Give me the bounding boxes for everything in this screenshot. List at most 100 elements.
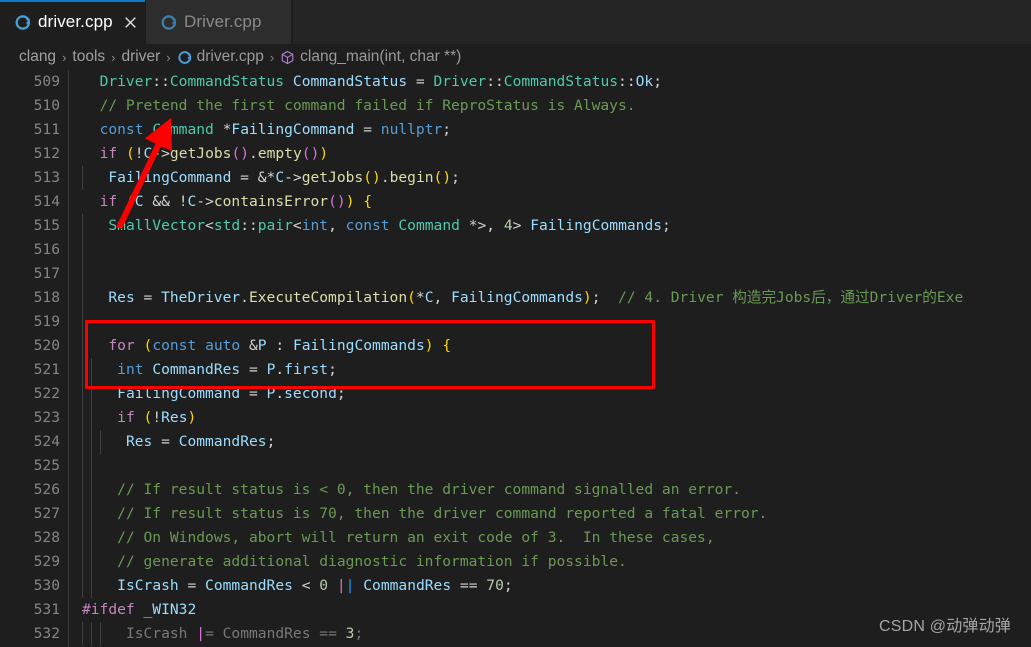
- csdn-watermark: CSDN @动弹动弹: [878, 618, 1011, 635]
- line-number: 511: [33, 121, 60, 138]
- code-line-text[interactable]: // generate additional diagnostic inform…: [82, 550, 1031, 574]
- code-line[interactable]: 511 const Command *FailingCommand = null…: [0, 118, 1031, 142]
- code-line-text[interactable]: Res = CommandRes;: [82, 430, 1031, 454]
- code-token: <: [292, 577, 320, 594]
- code-line-text[interactable]: // Pretend the first command failed if R…: [82, 94, 1031, 118]
- code-line[interactable]: 509 Driver::CommandStatus CommandStatus …: [0, 70, 1031, 94]
- code-line-text[interactable]: if (!Res): [82, 406, 1031, 430]
- code-line[interactable]: 519: [0, 310, 1031, 334]
- code-line[interactable]: 525: [0, 454, 1031, 478]
- code-line[interactable]: 516: [0, 238, 1031, 262]
- code-lines-container[interactable]: 509 Driver::CommandStatus CommandStatus …: [0, 70, 1031, 647]
- code-line[interactable]: 523 if (!Res): [0, 406, 1031, 430]
- code-token: empty: [257, 145, 302, 162]
- code-token: const: [345, 217, 390, 234]
- code-line[interactable]: 526 // If result status is < 0, then the…: [0, 478, 1031, 502]
- code-line[interactable]: 522 FailingCommand = P.second;: [0, 382, 1031, 406]
- code-line[interactable]: 527 // If result status is 70, then the …: [0, 502, 1031, 526]
- code-editor[interactable]: 509 Driver::CommandStatus CommandStatus …: [0, 70, 1031, 647]
- code-token: ): [372, 169, 381, 186]
- indent-guide: [82, 502, 91, 526]
- code-line[interactable]: 528 // On Windows, abort will return an …: [0, 526, 1031, 550]
- code-line[interactable]: 510 // Pretend the first command failed …: [0, 94, 1031, 118]
- code-line-text[interactable]: if (C && !C->containsError()) {: [82, 190, 1031, 214]
- code-line-text[interactable]: const Command *FailingCommand = nullptr;: [82, 118, 1031, 142]
- line-number: 521: [33, 361, 60, 378]
- code-line-text[interactable]: if (!C->getJobs().empty()): [82, 142, 1031, 166]
- code-token: FailingCommand: [117, 385, 241, 402]
- code-token: (: [363, 169, 373, 186]
- code-token: IsCrash: [108, 625, 197, 642]
- code-token: CommandRes: [178, 433, 267, 450]
- code-token: Command: [398, 217, 460, 234]
- code-line-text[interactable]: FailingCommand = P.second;: [82, 382, 1031, 406]
- breadcrumb-item-clang[interactable]: clang: [19, 48, 56, 66]
- code-line-text[interactable]: [82, 310, 1031, 334]
- indent-guide: [82, 550, 91, 574]
- close-icon[interactable]: [124, 13, 137, 31]
- code-line-text[interactable]: int CommandRes = P.first;: [82, 358, 1031, 382]
- breadcrumb-item-tools[interactable]: tools: [72, 48, 105, 66]
- breadcrumb-item-driver[interactable]: driver: [122, 48, 161, 66]
- tab-Driver-cpp[interactable]: Driver.cpp: [146, 0, 292, 44]
- code-token: IsCrash: [117, 577, 179, 594]
- code-token: CommandStatus: [503, 73, 619, 90]
- code-line[interactable]: 530 IsCrash = CommandRes < 0 || CommandR…: [0, 574, 1031, 598]
- code-line-text[interactable]: Driver::CommandStatus CommandStatus = Dr…: [82, 70, 1031, 94]
- code-line-text[interactable]: [82, 262, 1031, 286]
- code-line[interactable]: 521 int CommandRes = P.first;: [0, 358, 1031, 382]
- code-token: Res: [161, 409, 188, 426]
- code-token: std: [213, 217, 241, 234]
- code-line-text[interactable]: for (const auto &P : FailingCommands) {: [82, 334, 1031, 358]
- breadcrumb-item-driver-cpp[interactable]: driver.cpp: [177, 48, 264, 66]
- line-number: 531: [33, 601, 60, 618]
- code-token: Command: [152, 121, 214, 138]
- breadcrumb-label: clang_main(int, char **): [300, 48, 462, 65]
- gutter-divider: [68, 70, 82, 94]
- indent-guide: [82, 526, 91, 550]
- breadcrumb-label: driver.cpp: [196, 48, 264, 65]
- symbol-method-icon: [280, 50, 295, 65]
- indent-guide: [82, 454, 91, 478]
- code-line-text[interactable]: [82, 454, 1031, 478]
- code-line-text[interactable]: Res = TheDriver.ExecuteCompilation(*C, F…: [82, 286, 1031, 310]
- gutter-divider: [68, 598, 82, 622]
- code-line[interactable]: 524 Res = CommandRes;: [0, 430, 1031, 454]
- indent-guide: [82, 574, 91, 598]
- code-line[interactable]: 531 #ifdef _WIN32: [0, 598, 1031, 622]
- code-line-text[interactable]: SmallVector<std::pair<int, const Command…: [82, 214, 1031, 238]
- code-line[interactable]: 518 Res = TheDriver.ExecuteCompilation(*…: [0, 286, 1031, 310]
- code-line[interactable]: 515 SmallVector<std::pair<int, const Com…: [0, 214, 1031, 238]
- tab-driver-cpp-active[interactable]: driver.cpp: [0, 0, 146, 44]
- code-token: *: [213, 121, 232, 138]
- code-line-text[interactable]: // On Windows, abort will return an exit…: [82, 526, 1031, 550]
- code-line-text[interactable]: IsCrash = CommandRes < 0 || CommandRes =…: [82, 574, 1031, 598]
- code-line-text[interactable]: // If result status is 70, then the driv…: [82, 502, 1031, 526]
- code-token: // 4. Driver 构造完Jobs后，通过Driver的Exe: [600, 289, 964, 306]
- breadcrumb-item-clang-main[interactable]: clang_main(int, char **): [280, 48, 461, 66]
- code-line-text[interactable]: // If result status is < 0, then the dri…: [82, 478, 1031, 502]
- code-line-text[interactable]: [82, 238, 1031, 262]
- gutter-divider: [68, 214, 82, 238]
- code-token: Driver: [99, 73, 153, 90]
- code-line[interactable]: 512 if (!C->getJobs().empty()): [0, 142, 1031, 166]
- line-number: 526: [33, 481, 60, 498]
- breadcrumb-separator-icon: ›: [269, 49, 275, 65]
- code-line[interactable]: 517: [0, 262, 1031, 286]
- code-line[interactable]: 520 for (const auto &P : FailingCommands…: [0, 334, 1031, 358]
- code-line[interactable]: 529 // generate additional diagnostic in…: [0, 550, 1031, 574]
- code-token: ,: [433, 289, 452, 306]
- code-token: ): [187, 409, 197, 426]
- code-line[interactable]: 513 FailingCommand = &*C->getJobs().begi…: [0, 166, 1031, 190]
- indent-guide: [90, 406, 100, 430]
- code-line[interactable]: 532 IsCrash |= CommandRes == 3;: [0, 622, 1031, 646]
- code-token: ): [424, 337, 434, 354]
- code-line[interactable]: 514 if (C && !C->containsError()) {: [0, 190, 1031, 214]
- code-token: ;: [442, 121, 452, 138]
- indent-guide: [82, 478, 91, 502]
- breadcrumb-separator-icon: ›: [111, 49, 116, 65]
- code-line-text[interactable]: FailingCommand = &*C->getJobs().begin();: [82, 166, 1031, 190]
- gutter-divider: [68, 382, 82, 406]
